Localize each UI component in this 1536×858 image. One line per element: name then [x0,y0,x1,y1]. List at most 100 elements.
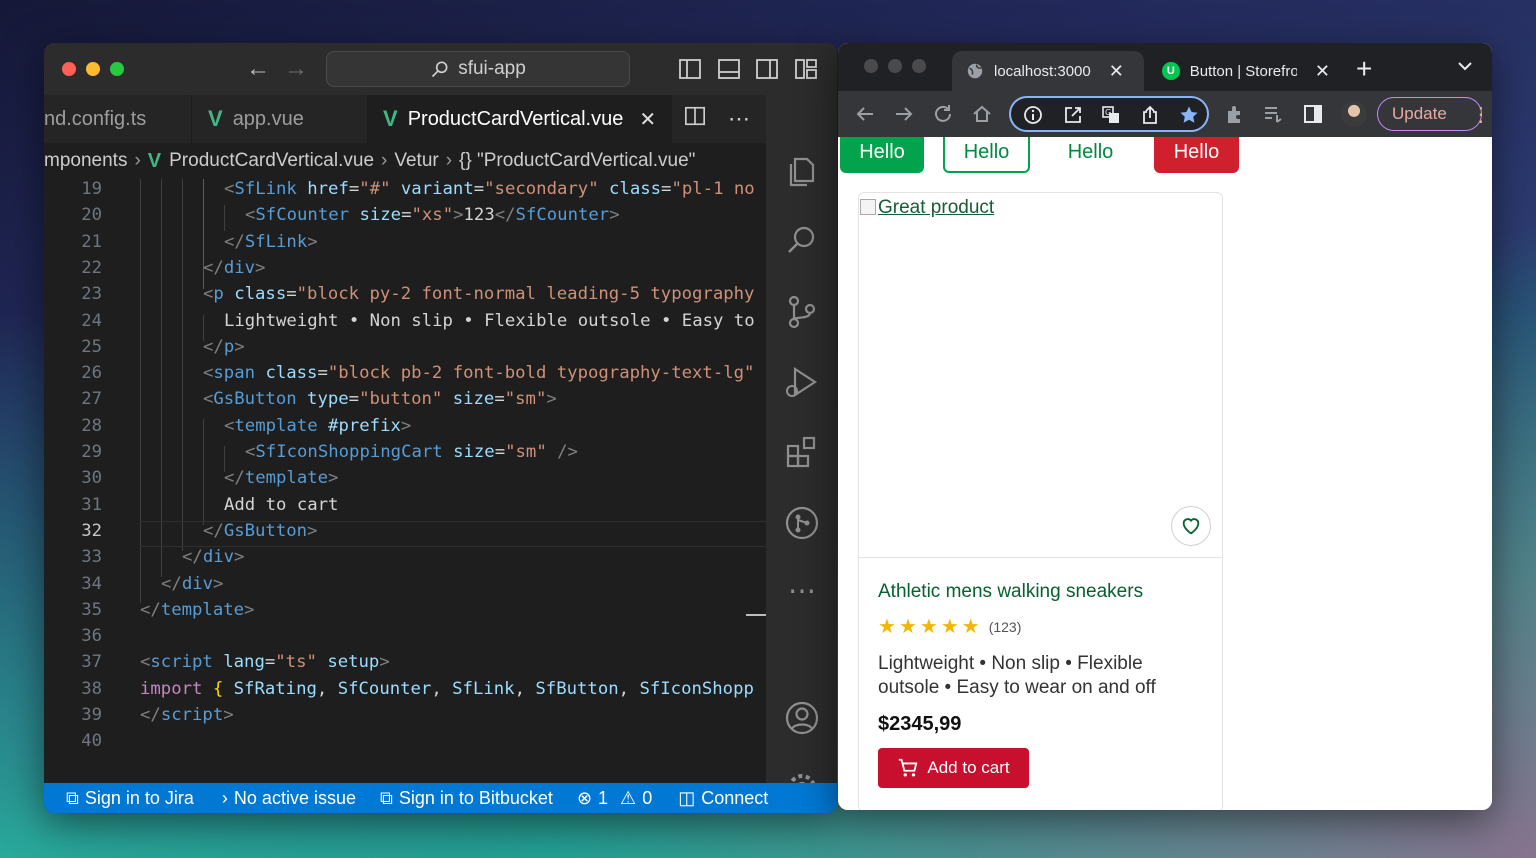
close-tab-icon[interactable]: ✕ [1109,61,1124,82]
code-line[interactable]: 21 </SfLink> [44,232,766,258]
code-line[interactable]: 30 </template> [44,468,766,494]
bookmark-star-icon[interactable] [1179,105,1199,125]
code-line[interactable]: 34 </div> [44,574,766,600]
more-views-icon[interactable]: ⋯ [783,577,821,619]
translate-icon[interactable]: G [1101,105,1121,125]
breadcrumb-file[interactable]: ProductCardVertical.vue [169,150,374,172]
code-line[interactable]: 39 </script> [44,705,766,731]
close-window-button[interactable] [62,62,76,76]
toggle-primary-sidebar-icon[interactable] [678,57,702,81]
code-line[interactable]: 22 </div> [44,258,766,284]
code-line[interactable]: 40 [44,731,766,757]
problems-indicator[interactable]: ⊗ 1 ⚠ 0 [577,788,652,809]
breadcrumb-folder[interactable]: mponents [44,150,127,172]
code-line[interactable]: 26 <span class="block pb-2 font-bold typo… [44,363,766,389]
address-bar[interactable]: G [1009,96,1209,132]
tab-product-card-vertical[interactable]: V ProductCardVertical.vue ✕ [367,95,672,143]
code-line[interactable]: 24 Lightweight • Non slip • Flexible outs… [44,311,766,337]
forward-arrow-icon[interactable] [893,103,915,125]
code-line[interactable]: 20 <SfCounter size="xs">123</SfCounter> [44,205,766,231]
zoom-window-button[interactable] [110,62,124,76]
breadcrumb-symbol[interactable]: {} "ProductCardVertical.vue" [459,150,695,172]
browser-tab-storefront[interactable]: U Button | Storefro ✕ [1148,51,1344,91]
search-text: sfui-app [458,58,526,79]
sign-in-bitbucket[interactable]: ⧉ Sign in to Bitbucket [380,788,553,809]
code-line[interactable]: 25 </p> [44,337,766,363]
image-alt-text: Great product [878,197,995,218]
new-tab-button[interactable]: + [1356,53,1372,85]
side-panel-icon[interactable] [1302,103,1324,125]
hello-primary-button[interactable]: Hello [840,137,924,173]
reload-icon[interactable] [932,103,954,125]
customize-layout-icon[interactable] [794,57,818,81]
gitlens-icon[interactable] [783,504,821,542]
hello-tertiary-button[interactable]: Hello [1048,137,1133,173]
explorer-icon[interactable] [783,153,821,191]
code-line[interactable]: 36 [44,626,766,652]
chevron-down-icon[interactable] [1456,57,1474,75]
browser-tab-localhost[interactable]: localhost:3000 ✕ [952,51,1144,91]
wishlist-button[interactable] [1171,506,1211,546]
profile-avatar[interactable] [1341,101,1367,127]
code-text: <template #prefix> [224,415,412,436]
active-issue[interactable]: › No active issue [222,788,356,809]
add-to-cart-button[interactable]: Add to cart [878,748,1029,788]
code-line[interactable]: 29 <SfIconShoppingCart size="sm" /> [44,442,766,468]
run-debug-icon[interactable] [783,363,821,401]
back-arrow-icon[interactable]: ← [246,55,270,83]
close-tab-icon[interactable]: ✕ [1315,61,1330,82]
code-editor[interactable]: 19 <SfLink href="#" variant="secondary" c… [44,179,766,783]
status-text: No active issue [233,787,356,808]
connect-button[interactable]: ◫ Connect [678,788,768,809]
code-line[interactable]: 27 <GsButton type="button" size="sm"> [44,389,766,415]
toggle-secondary-sidebar-icon[interactable] [755,57,779,81]
source-control-icon[interactable] [783,293,821,331]
breadcrumb-vetur[interactable]: Vetur [394,150,438,172]
zoom-window-button[interactable] [912,59,926,73]
code-line[interactable]: 33 </div> [44,547,766,573]
review-count[interactable]: (123) [989,619,1022,635]
rating: ★ ★ ★ ★ ★ (123) [878,617,1021,637]
code-line[interactable]: 19 <SfLink href="#" variant="secondary" c… [44,179,766,205]
code-text: <GsButton type="button" size="sm"> [203,389,557,410]
toggle-panel-icon[interactable] [717,57,741,81]
minimize-window-button[interactable] [888,59,902,73]
status-text: Connect [701,787,769,808]
code-line[interactable]: 37 <script lang="ts" setup> [44,652,766,678]
minimize-window-button[interactable] [86,62,100,76]
command-center-search[interactable]: sfui-app [326,51,630,87]
back-arrow-icon[interactable] [854,103,876,125]
reading-list-icon[interactable] [1262,103,1284,125]
site-info-icon[interactable] [1023,105,1043,125]
search-icon[interactable] [783,222,821,260]
open-in-app-icon[interactable] [1063,105,1083,125]
tab-app-vue[interactable]: V app.vue [191,95,367,143]
product-image[interactable]: Great product [859,193,1222,558]
update-button[interactable]: Update ⋮ [1377,97,1491,131]
home-icon[interactable] [971,103,993,125]
forward-arrow-icon[interactable]: → [284,55,308,83]
hello-secondary-button[interactable]: Hello [943,137,1030,173]
kebab-menu-icon[interactable]: ⋮ [1471,102,1491,127]
product-title-link[interactable]: Athletic mens walking sneakers [878,581,1143,603]
close-window-button[interactable] [864,59,878,73]
activity-bar: ⋯ 1 [766,95,837,813]
product-image-link[interactable]: Great product [860,197,994,219]
more-actions-icon[interactable]: ⋯ [728,106,750,132]
code-line[interactable]: 35 </template> [44,600,766,626]
accounts-icon[interactable] [783,699,821,737]
extensions-icon[interactable] [783,433,821,471]
tab-nd-config[interactable]: nd.config.ts [44,95,191,143]
code-line[interactable]: 31 Add to cart [44,495,766,521]
code-line[interactable]: 23 <p class="block py-2 font-normal leadi… [44,284,766,310]
hello-danger-button[interactable]: Hello [1154,137,1239,173]
line-number: 37 [81,652,102,673]
split-editor-icon[interactable] [684,105,706,133]
close-tab-icon[interactable]: ✕ [639,107,656,132]
code-line[interactable]: 38 import { SfRating, SfCounter, SfLink, … [44,679,766,705]
sign-in-jira[interactable]: ⧉ Sign in to Jira [66,788,194,809]
code-line[interactable]: 32 </GsButton> [44,520,766,547]
code-line[interactable]: 28 <template #prefix> [44,416,766,442]
extensions-puzzle-icon[interactable] [1224,103,1246,125]
share-icon[interactable] [1140,105,1160,125]
